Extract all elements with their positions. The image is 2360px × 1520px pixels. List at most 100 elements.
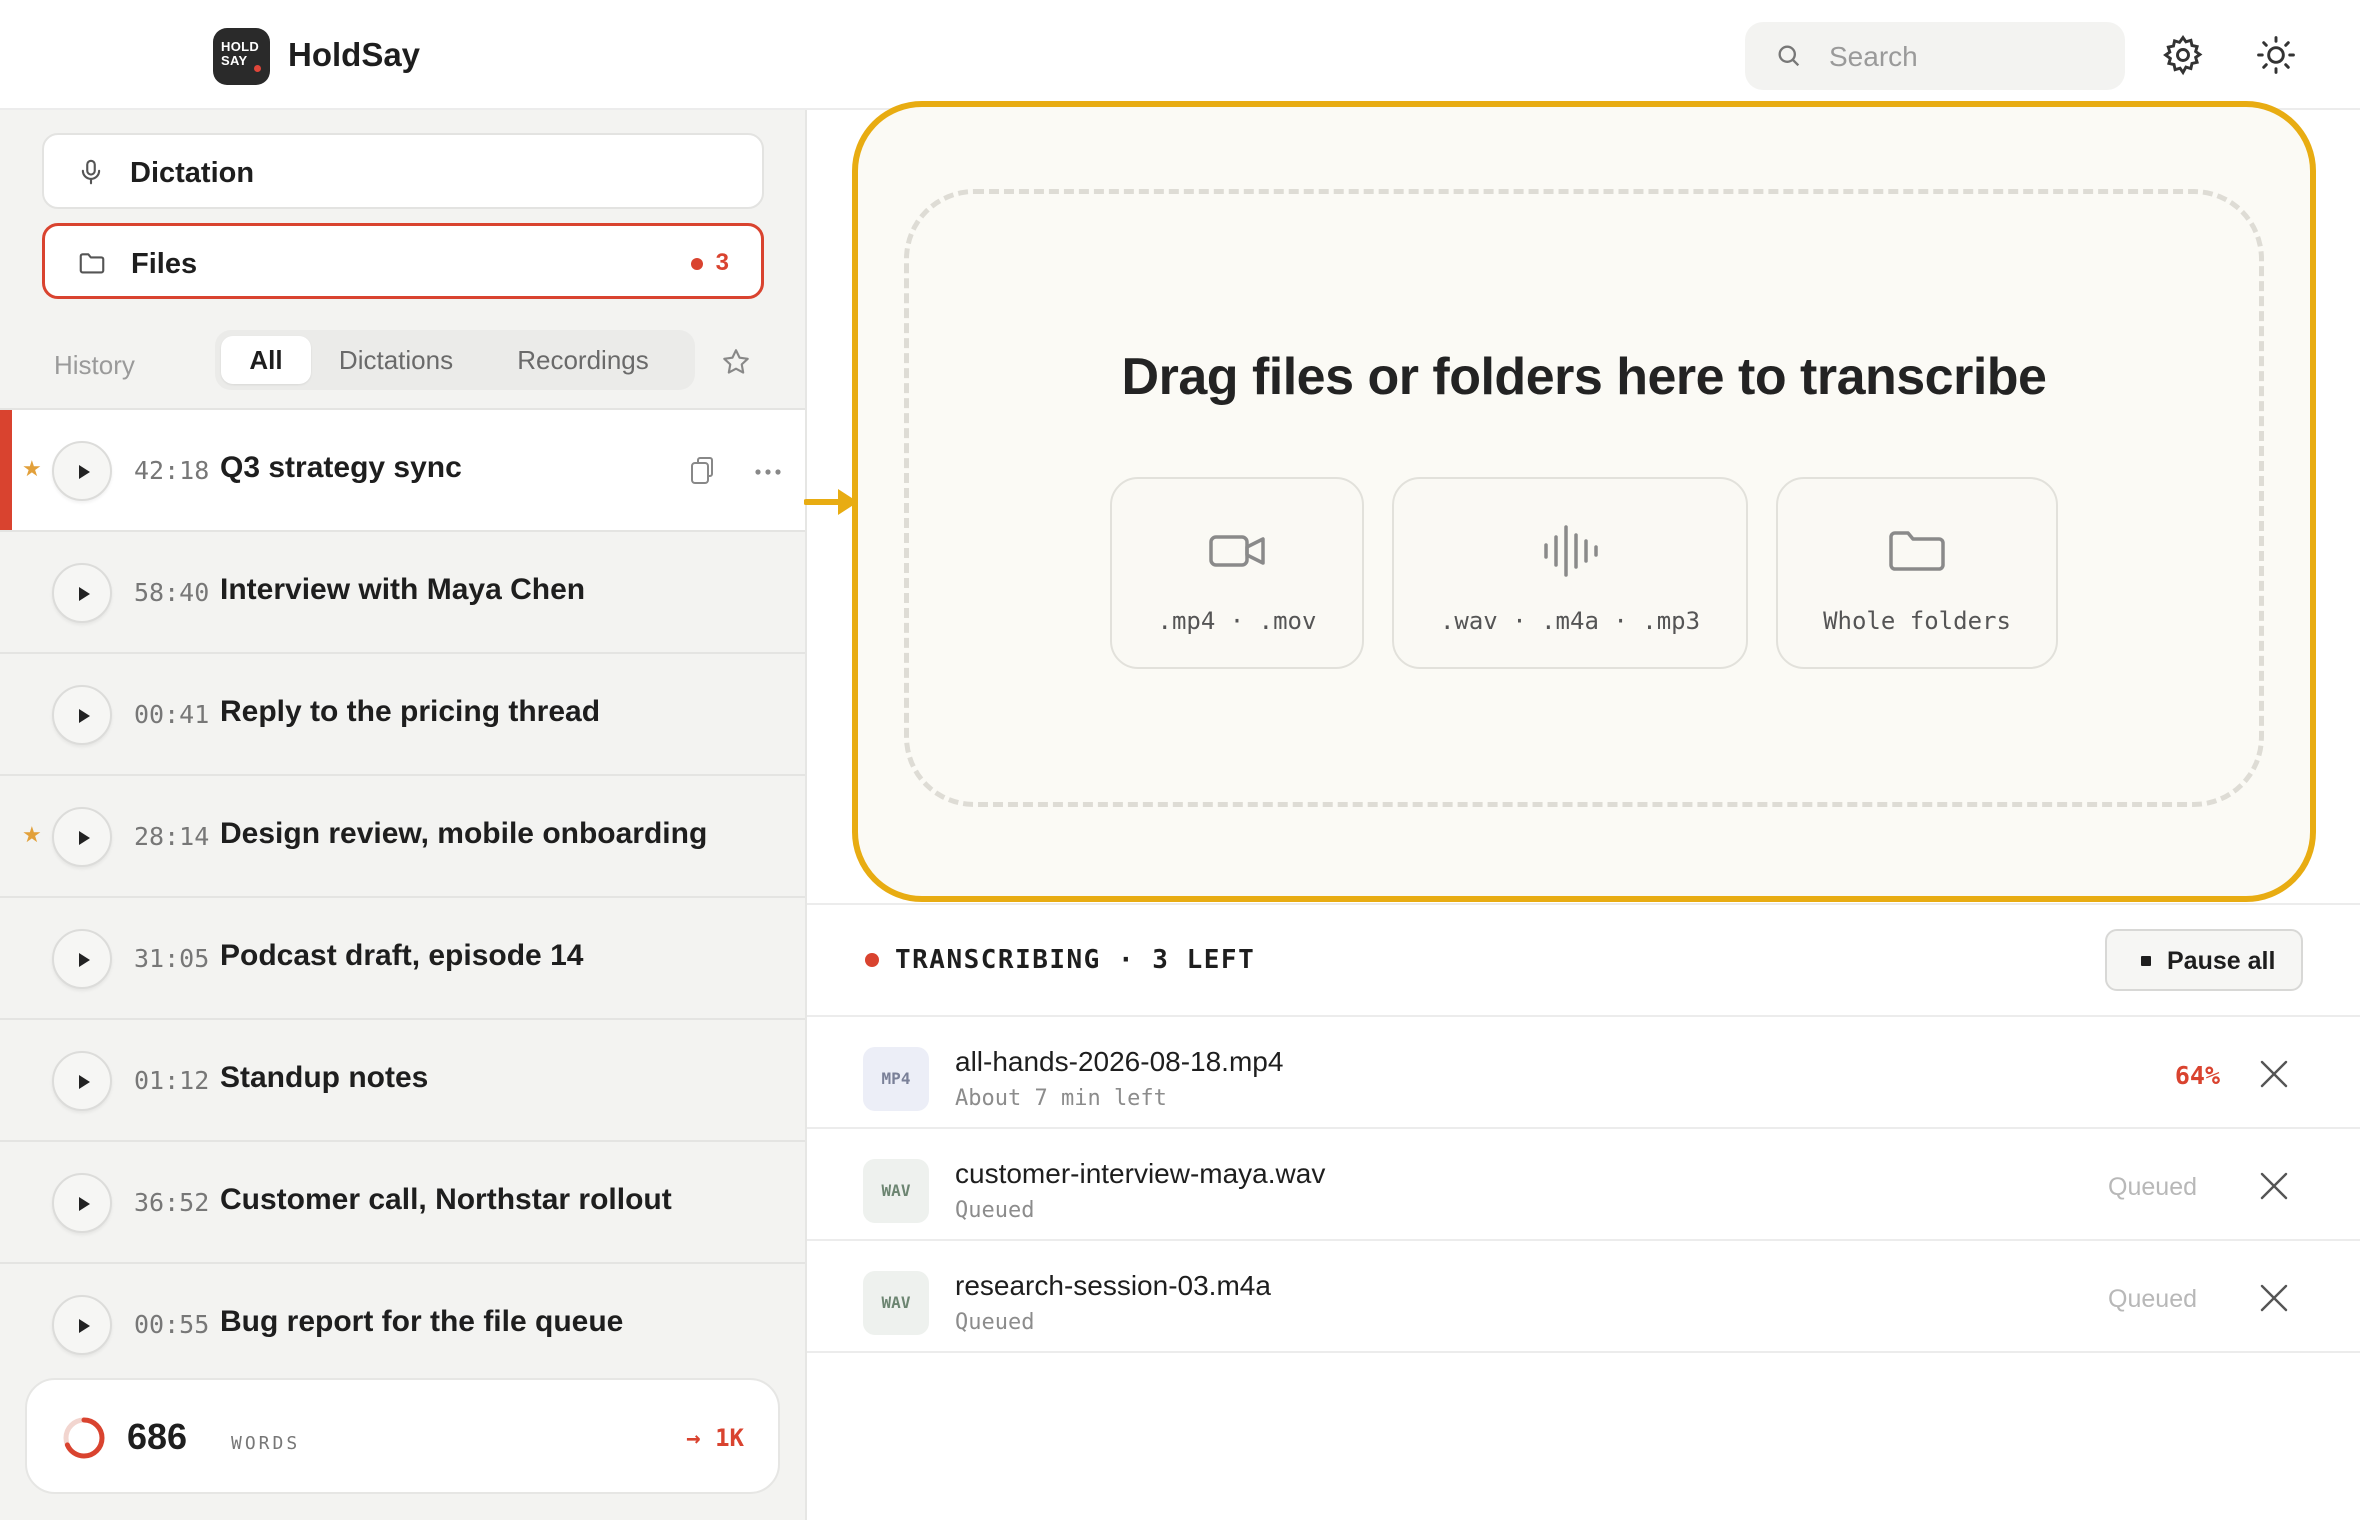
copy-icon[interactable] [691, 457, 713, 484]
nav-files[interactable]: Files 3 [42, 223, 764, 299]
folder-icon [79, 253, 105, 274]
queue-status: TRANSCRIBING · 3 LEFT [895, 945, 1256, 975]
drop-zone-headline: Drag files or folders here to transcribe [1121, 348, 2047, 406]
list-item[interactable]: 01:12 Standup notes [0, 1018, 805, 1140]
queue-header: TRANSCRIBING · 3 LEFT Pause all [807, 903, 2360, 1017]
file-type-label: Whole folders [1823, 607, 2011, 635]
queue-item: WAV research-session-03.m4a Queued Queue… [807, 1241, 2360, 1353]
filter-dictations[interactable]: Dictations [321, 336, 471, 384]
word-count-widget: 686 WORDS → 1K [25, 1378, 780, 1494]
file-name: all-hands-2026-08-18.mp4 [955, 1046, 1284, 1077]
history-filter: All Dictations Recordings [215, 330, 695, 390]
play-button[interactable] [52, 1051, 112, 1111]
sun-icon[interactable] [2254, 33, 2298, 77]
star-filter-icon[interactable] [720, 346, 752, 378]
play-button[interactable] [52, 441, 112, 501]
nav-dictation-label: Dictation [130, 157, 255, 189]
folder-icon [1889, 531, 1945, 571]
item-title: Bug report for the file queue [220, 1305, 624, 1338]
list-item[interactable]: 00:41 Reply to the pricing thread [0, 652, 805, 774]
list-item[interactable]: ★ 42:18 Q3 strategy sync [0, 408, 805, 530]
play-button[interactable] [52, 685, 112, 745]
item-title: Design review, mobile onboarding [220, 817, 708, 850]
video-camera-icon [1209, 535, 1265, 567]
file-subtitle: Queued [955, 1198, 1035, 1223]
play-button[interactable] [52, 807, 112, 867]
search-placeholder: Search [1829, 41, 1918, 72]
list-item[interactable]: 58:40 Interview with Maya Chen [0, 530, 805, 652]
list-item[interactable]: 31:05 Podcast draft, episode 14 [0, 896, 805, 1018]
file-name: customer-interview-maya.wav [955, 1158, 1326, 1189]
play-button[interactable] [52, 1173, 112, 1233]
history-list: ★ 42:18 Q3 strategy sync 58:40 Interview… [0, 408, 805, 1384]
file-name: research-session-03.m4a [955, 1270, 1271, 1301]
sidebar: Dictation Files 3 History All Dictations… [0, 110, 807, 1520]
file-type-card-folder: Whole folders [1776, 477, 2058, 669]
file-type-card-audio: .wav · .m4a · .mp3 [1392, 477, 1748, 669]
files-badge-count: 3 [715, 249, 729, 276]
app-logo: HOLD SAY [213, 28, 270, 85]
item-title: Q3 strategy sync [220, 451, 462, 484]
word-count: 686 [127, 1416, 188, 1457]
play-button[interactable] [52, 929, 112, 989]
star-filled-icon[interactable]: ★ [22, 456, 42, 482]
item-duration: 00:41 [134, 700, 210, 729]
item-duration: 00:55 [134, 1310, 210, 1339]
file-type-label: .mp4 · .mov [1157, 607, 1317, 635]
file-type-label: .wav · .m4a · .mp3 [1439, 607, 1701, 635]
item-title: Standup notes [220, 1061, 429, 1094]
recording-dot [865, 953, 879, 967]
list-item[interactable]: 00:55 Bug report for the file queue [0, 1262, 805, 1384]
file-type-badge: WAV [863, 1159, 929, 1223]
files-badge-dot [691, 258, 703, 270]
search-icon [1778, 45, 1800, 67]
item-title: Customer call, Northstar rollout [220, 1183, 672, 1216]
file-type-badge: MP4 [863, 1047, 929, 1111]
item-duration: 42:18 [134, 456, 210, 485]
item-actions [691, 457, 781, 484]
filter-all[interactable]: All [221, 336, 311, 384]
file-subtitle: About 7 min left [955, 1086, 1167, 1111]
item-title: Podcast draft, episode 14 [220, 939, 584, 972]
word-progress-ring [63, 1417, 105, 1459]
drop-zone[interactable]: Drag files or folders here to transcribe… [852, 101, 2316, 902]
file-subtitle: Queued [955, 1310, 1035, 1335]
item-duration: 31:05 [134, 944, 210, 973]
more-icon[interactable] [755, 469, 781, 475]
queue-item: WAV customer-interview-maya.wav Queued Q… [807, 1129, 2360, 1241]
search-input[interactable]: Search [1745, 22, 2125, 90]
item-duration: 36:52 [134, 1188, 210, 1217]
history-label: History [54, 350, 135, 380]
close-icon[interactable] [2259, 1283, 2289, 1313]
list-item[interactable]: 36:52 Customer call, Northstar rollout [0, 1140, 805, 1262]
item-duration: 58:40 [134, 578, 210, 607]
item-title: Reply to the pricing thread [220, 695, 601, 728]
gear-icon[interactable] [2161, 33, 2205, 77]
item-title: Interview with Maya Chen [220, 573, 586, 606]
app-header: HOLD SAY HoldSay Search [0, 0, 2360, 110]
queue-status-text: Queued [2108, 1285, 2197, 1313]
app-title: HoldSay [288, 36, 421, 73]
file-type-badge: WAV [863, 1271, 929, 1335]
item-duration: 01:12 [134, 1066, 210, 1095]
pause-all-button[interactable]: Pause all [2105, 929, 2303, 991]
word-goal: → 1K [686, 1424, 744, 1452]
play-button[interactable] [52, 1295, 112, 1355]
star-filled-icon[interactable]: ★ [22, 822, 42, 848]
close-icon[interactable] [2259, 1171, 2289, 1201]
file-type-card-video: .mp4 · .mov [1110, 477, 1364, 669]
filter-recordings[interactable]: Recordings [483, 336, 683, 384]
list-item[interactable]: ★ 28:14 Design review, mobile onboarding [0, 774, 805, 896]
logo-text: HOLD SAY [221, 39, 260, 68]
microphone-icon [81, 159, 101, 185]
audio-waveform-icon [1544, 525, 1598, 577]
item-duration: 28:14 [134, 822, 210, 851]
word-count-unit: WORDS [231, 1433, 301, 1454]
stop-icon [2141, 956, 2151, 966]
play-button[interactable] [52, 563, 112, 623]
queue-status-text: Queued [2108, 1173, 2197, 1201]
close-icon[interactable] [2259, 1059, 2289, 1089]
queue-item: MP4 all-hands-2026-08-18.mp4 About 7 min… [807, 1017, 2360, 1129]
pause-all-label: Pause all [2167, 947, 2276, 975]
nav-dictation[interactable]: Dictation [42, 133, 764, 209]
